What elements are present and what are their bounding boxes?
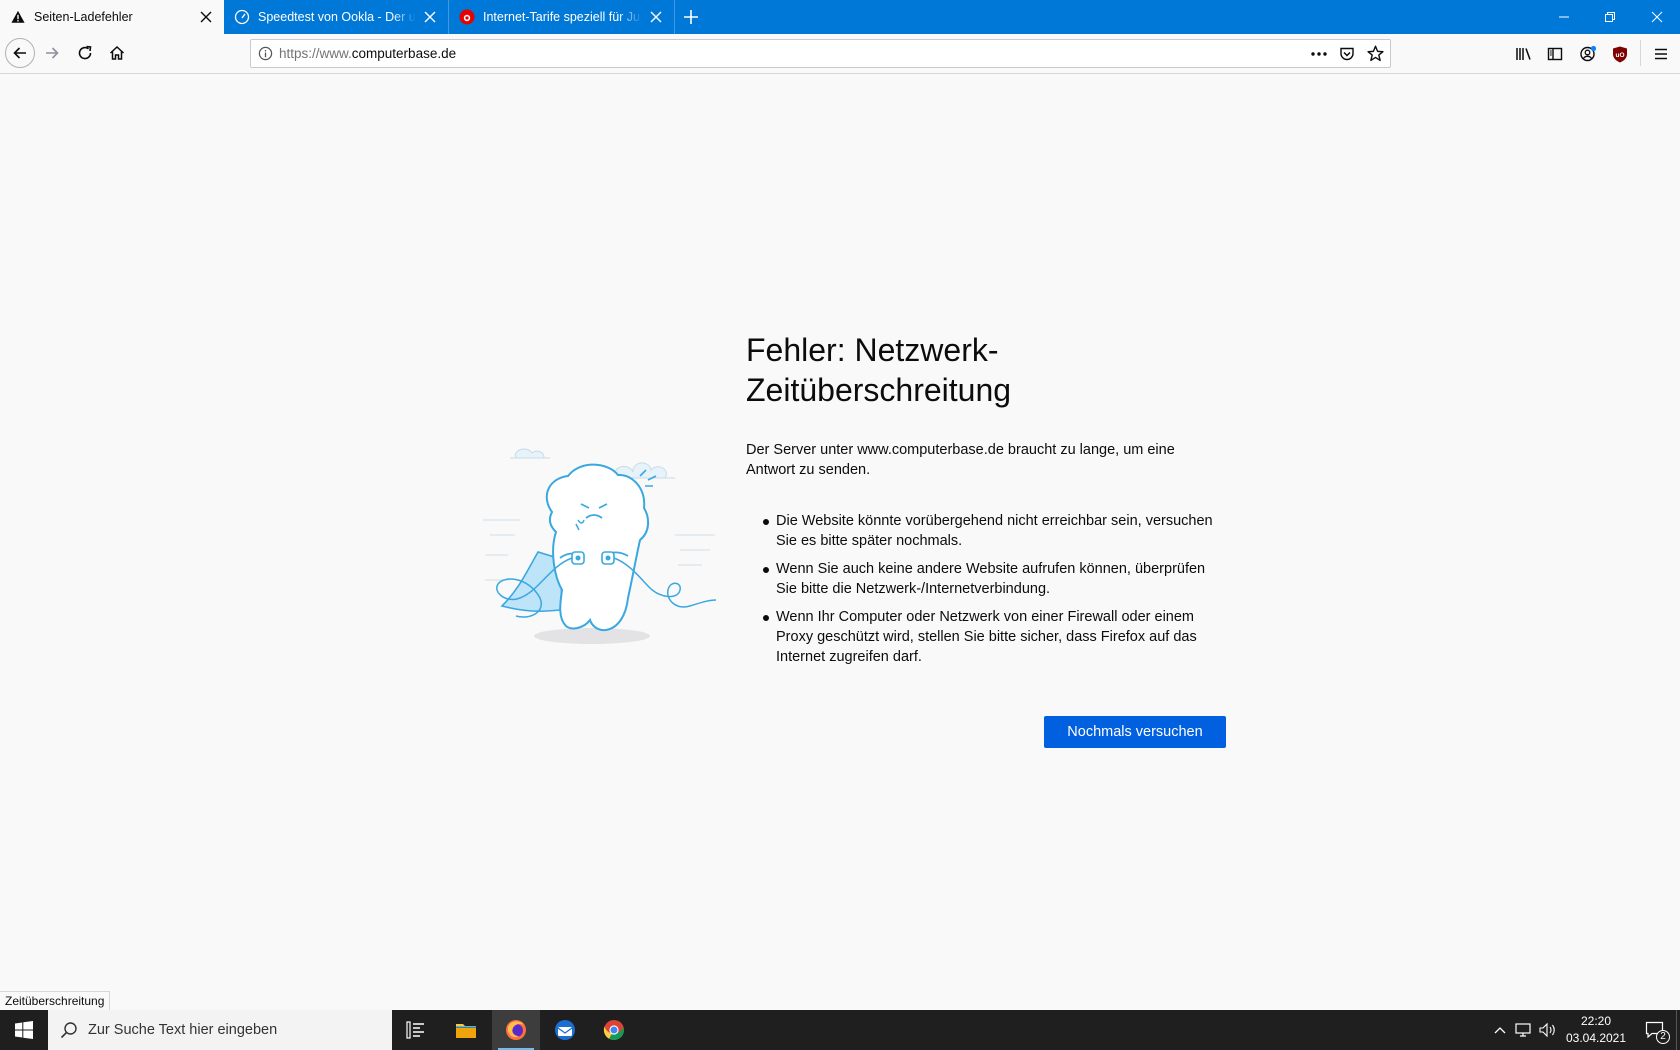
tab-close-icon[interactable] (198, 9, 214, 25)
thunderbird-icon (555, 1020, 575, 1040)
list-item: Wenn Ihr Computer oder Netzwerk von eine… (760, 607, 1230, 667)
minimize-icon (1559, 16, 1569, 18)
forward-button[interactable] (37, 38, 67, 68)
tab-vodafone[interactable]: Internet-Tarife speziell für Junge Leute (449, 0, 675, 34)
back-button[interactable] (5, 38, 35, 68)
vodafone-icon (459, 9, 475, 25)
plus-icon (684, 10, 698, 24)
chrome-icon (603, 1020, 624, 1041)
close-icon (1651, 11, 1663, 23)
clock-date: 03.04.2021 (1565, 1031, 1627, 1045)
library-button[interactable] (1509, 39, 1539, 69)
restore-button[interactable] (1587, 0, 1633, 34)
url-host: computerbase.de (351, 46, 457, 61)
sidebar-icon (1547, 47, 1563, 61)
speaker-icon (1539, 1022, 1555, 1038)
reload-button[interactable] (70, 38, 100, 68)
error-illustration (480, 440, 720, 650)
close-window-button[interactable] (1634, 0, 1680, 34)
tab-strip: Seiten-Ladefehler Speedtest von Ookla - … (0, 0, 1680, 34)
navigation-toolbar: https://www.computerbase.de uO (0, 34, 1680, 74)
status-panel: Zeitüberschreitung (0, 991, 111, 1010)
list-item: Wenn Sie auch keine andere Website aufru… (760, 559, 1230, 599)
error-title: Fehler: Netzwerk-Zeitüberschreitung (746, 332, 1012, 408)
search-icon (60, 1021, 78, 1044)
tab-title: Internet-Tarife speziell für Junge Leute (483, 10, 642, 24)
tab-title: Seiten-Ladefehler (34, 10, 133, 24)
ublock-button[interactable]: uO (1605, 39, 1635, 69)
toolbar-separator (1640, 40, 1641, 66)
taskbar-explorer[interactable] (442, 1010, 490, 1050)
pocket-icon[interactable] (1339, 46, 1355, 67)
taskbar-search-box[interactable]: Zur Suche Text hier eingeben (48, 1010, 392, 1050)
svg-text:uO: uO (1615, 52, 1624, 59)
ublock-shield-icon: uO (1613, 46, 1627, 62)
arrow-left-icon (13, 47, 26, 59)
restore-icon (1605, 12, 1615, 22)
tray-overflow-button[interactable] (1490, 1010, 1510, 1050)
windows-logo-icon (15, 1021, 33, 1039)
taskbar-thunderbird[interactable] (541, 1010, 589, 1050)
retry-button[interactable]: Nochmals versuchen (1044, 716, 1226, 748)
home-icon (109, 45, 125, 60)
tab-speedtest[interactable]: Speedtest von Ookla - Der umfassende (224, 0, 449, 34)
tab-title: Speedtest von Ookla - Der umfassende (258, 10, 416, 24)
taskbar-clock[interactable]: 22:20 03.04.2021 (1556, 1013, 1636, 1047)
error-suggestions-list: Die Website könnte vorübergehend nicht e… (760, 511, 1230, 675)
taskbar-firefox[interactable] (492, 1010, 540, 1050)
reload-icon (78, 45, 92, 60)
firefox-icon (506, 1020, 526, 1040)
new-tab-button[interactable] (675, 0, 707, 34)
taskbar: Zur Suche Text hier eingeben 22:20 03.04… (0, 1010, 1680, 1050)
clock-time: 22:20 (1580, 1014, 1612, 1028)
url-bar[interactable]: https://www.computerbase.de (250, 39, 1391, 68)
library-icon (1516, 48, 1531, 60)
show-desktop-button[interactable] (1676, 1010, 1680, 1050)
arrow-right-icon (46, 47, 59, 59)
info-icon[interactable] (258, 46, 273, 66)
task-view-icon (406, 1021, 424, 1039)
error-description: Der Server unter www.computerbase.de bra… (746, 442, 1175, 478)
search-placeholder: Zur Suche Text hier eingeben (88, 1022, 278, 1038)
chevron-up-icon (1494, 1027, 1506, 1034)
tab-close-icon[interactable] (422, 9, 438, 25)
minimize-button[interactable] (1541, 0, 1587, 34)
star-icon[interactable] (1367, 45, 1384, 67)
list-item: Die Website könnte vorübergehend nicht e… (760, 511, 1230, 551)
folder-icon (456, 1024, 476, 1038)
tab-close-icon[interactable] (648, 9, 664, 25)
hamburger-menu-icon (1655, 48, 1667, 60)
url-text: https://www.computerbase.de (279, 46, 456, 61)
start-button[interactable] (0, 1010, 48, 1050)
tab-seiten-ladefehler[interactable]: Seiten-Ladefehler (0, 0, 224, 34)
notification-badge: 2 (1656, 1030, 1670, 1044)
network-tray-button[interactable] (1513, 1010, 1535, 1050)
sidebar-button[interactable] (1540, 39, 1570, 69)
account-icon (1580, 45, 1597, 62)
network-icon (1515, 1023, 1531, 1037)
home-button[interactable] (102, 38, 132, 68)
page-actions-icon[interactable] (1310, 46, 1328, 67)
url-prefix: https://www. (279, 46, 352, 61)
task-view-button[interactable] (392, 1010, 440, 1050)
account-button[interactable] (1573, 39, 1603, 69)
warning-icon (10, 9, 26, 25)
taskbar-chrome[interactable] (590, 1010, 638, 1050)
action-center-button[interactable]: 2 (1638, 1010, 1674, 1050)
menu-button[interactable] (1646, 39, 1676, 69)
speedometer-icon (234, 9, 250, 25)
